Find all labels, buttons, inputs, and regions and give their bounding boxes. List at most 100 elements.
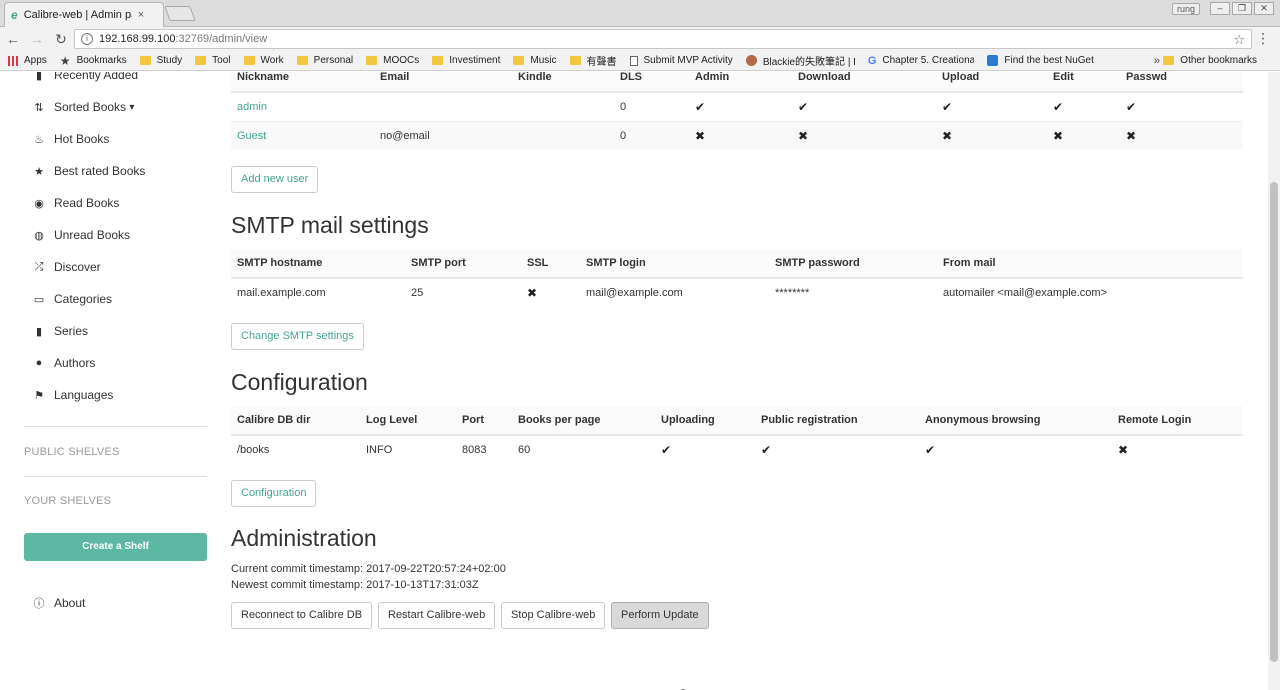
bookmark-moocs[interactable]: MOOCs [366, 55, 419, 66]
caret-down-icon: ▾ [129, 101, 135, 113]
reconnect-calibre-db-button[interactable]: Reconnect to Calibre DB [231, 602, 373, 629]
check-icon: ✔ [925, 443, 936, 457]
column-header: Upload [936, 72, 1047, 93]
sidebar-item-discover[interactable]: ⤮ Discover [32, 260, 101, 274]
folder-icon [296, 56, 308, 65]
sidebar-divider [24, 476, 207, 477]
cross-icon: ✖ [942, 128, 953, 143]
close-window-icon[interactable]: ✕ [1254, 2, 1274, 15]
eye-open-icon: ◉ [34, 197, 44, 210]
column-header: Books per page [512, 406, 655, 436]
perform-update-button[interactable]: Perform Update [611, 602, 709, 629]
sidebar-item-categories[interactable]: ▭ Categories [32, 292, 112, 306]
apps-icon [8, 55, 18, 66]
bookmark-music[interactable]: Music [513, 55, 557, 66]
bookmark-bookmarks[interactable]: ★ Bookmarks [60, 54, 127, 68]
bookmark-blackie[interactable]: Blackie的失敗筆記 | B [745, 53, 855, 68]
user-email [374, 91, 512, 121]
sidebar-item-languages[interactable]: ⚑ Languages [32, 388, 113, 402]
bookmark-apps[interactable]: Apps [8, 55, 47, 66]
browser-tab[interactable]: e Calibre-web | Admin page × [4, 2, 164, 27]
bookmark-study[interactable]: Study [139, 55, 182, 66]
configuration-button[interactable]: Configuration [231, 480, 317, 507]
folder-icon [513, 56, 525, 65]
table-header-row: Calibre DB dir Log Level Port Books per … [231, 406, 1243, 436]
sidebar-divider [24, 426, 207, 427]
stop-calibre-web-button[interactable]: Stop Calibre-web [501, 602, 606, 629]
users-table: Nickname Email Kindle DLS Admin Download… [231, 72, 1243, 150]
sidebar-item-unread-books[interactable]: ◍ Unread Books [32, 228, 130, 242]
user-link-guest[interactable]: Guest [237, 130, 266, 142]
bookmark-audiobooks[interactable]: 有聲書 [569, 53, 617, 68]
page-scrollbar[interactable] [1268, 72, 1280, 690]
browser-menu-icon[interactable]: ⋮ [1256, 30, 1270, 47]
column-header: From mail [937, 249, 1243, 279]
new-tab-button[interactable] [164, 6, 196, 21]
bookmarks-bar: Apps ★ Bookmarks Study Tool Work Personal… [0, 51, 1280, 71]
sidebar-item-series[interactable]: ▮ Series [32, 324, 88, 338]
sidebar-item-best-rated[interactable]: ★ Best rated Books [32, 164, 145, 178]
restore-icon[interactable]: ❐ [1232, 2, 1252, 15]
bookmark-work[interactable]: Work [243, 55, 284, 66]
column-header: Kindle [512, 72, 614, 93]
change-smtp-settings-button[interactable]: Change SMTP settings [231, 323, 364, 350]
nuget-icon [987, 55, 999, 66]
reload-icon[interactable]: ↻ [50, 31, 72, 48]
sidebar-item-authors[interactable]: ● Authors [32, 356, 96, 370]
back-icon[interactable]: ← [2, 31, 24, 47]
check-icon: ✔ [942, 99, 953, 114]
bookmark-investiment[interactable]: Investiment [432, 55, 500, 66]
calibre-db-dir: /books [231, 434, 360, 464]
check-icon: ✔ [695, 99, 706, 114]
port-value: 8083 [456, 434, 512, 464]
bookmark-mvp[interactable]: Submit MVP Activity [629, 55, 733, 66]
tab-close-icon[interactable]: × [138, 9, 144, 21]
table-row: admin 0 ✔ ✔ ✔ ✔ ✔ [231, 91, 1243, 121]
column-header: Anonymous browsing [919, 406, 1112, 436]
configuration-table: Calibre DB dir Log Level Port Books per … [231, 406, 1243, 464]
user-kindle [512, 120, 614, 150]
bookmark-nuget[interactable]: Find the best NuGet [987, 55, 1094, 66]
your-shelves-heading: YOUR SHELVES [24, 495, 112, 507]
bookmarks-more-icon[interactable]: » [1154, 55, 1160, 67]
create-shelf-button[interactable]: Create a Shelf [24, 533, 207, 561]
user-kindle [512, 91, 614, 121]
table-row: mail.example.com 25 ✖ mail@example.com *… [231, 277, 1243, 307]
log-level: INFO [360, 434, 456, 464]
bookmark-icon: ▮ [35, 325, 43, 338]
site-info-icon[interactable]: i [81, 33, 93, 45]
smtp-hostname: mail.example.com [231, 277, 405, 307]
sidebar: ▮ Recently Added ⇅ Sorted Books ▾ ♨ Hot Boo… [0, 72, 220, 690]
calibre-favicon-icon: e [11, 8, 18, 22]
user-email: no@email [374, 120, 512, 150]
restart-calibre-web-button[interactable]: Restart Calibre-web [378, 602, 496, 629]
scrollbar-thumb[interactable] [1270, 182, 1278, 662]
column-header: Admin [689, 72, 792, 93]
user-link-admin[interactable]: admin [237, 101, 267, 113]
column-header: Public registration [755, 406, 919, 436]
sidebar-item-hot-books[interactable]: ♨ Hot Books [32, 132, 109, 146]
bookmark-star-icon[interactable]: ☆ [1233, 32, 1245, 48]
sidebar-item-about[interactable]: ⓘ About [32, 595, 86, 611]
bookmark-personal[interactable]: Personal [296, 55, 353, 66]
book-icon: ▮ [35, 72, 43, 82]
bookmark-chapter5[interactable]: G Chapter 5. Creational [868, 55, 975, 67]
check-icon: ✔ [1126, 99, 1137, 114]
address-bar[interactable]: i 192.168.99.100:32769/admin/view ☆ [74, 29, 1252, 49]
forward-icon[interactable]: → [26, 31, 48, 47]
sidebar-item-sorted-books[interactable]: ⇅ Sorted Books ▾ [32, 100, 134, 114]
bookmark-other[interactable]: Other bookmarks [1163, 55, 1257, 66]
column-header: SMTP login [580, 249, 769, 279]
column-header: Nickname [231, 72, 374, 93]
tab-title: Calibre-web | Admin page [23, 9, 132, 21]
minimize-icon[interactable]: – [1210, 2, 1230, 15]
add-new-user-button[interactable]: Add new user [231, 166, 319, 193]
star-icon: ★ [34, 165, 44, 178]
check-icon: ✔ [661, 443, 672, 457]
profile-badge[interactable]: rung [1171, 2, 1200, 15]
bookmark-tool[interactable]: Tool [195, 55, 231, 66]
sidebar-item-recently-added[interactable]: ▮ Recently Added [32, 72, 138, 82]
user-dls: 0 [614, 91, 689, 121]
newest-commit-timestamp: Newest commit timestamp: 2017-10-13T17:3… [231, 579, 479, 591]
sidebar-item-read-books[interactable]: ◉ Read Books [32, 196, 119, 210]
